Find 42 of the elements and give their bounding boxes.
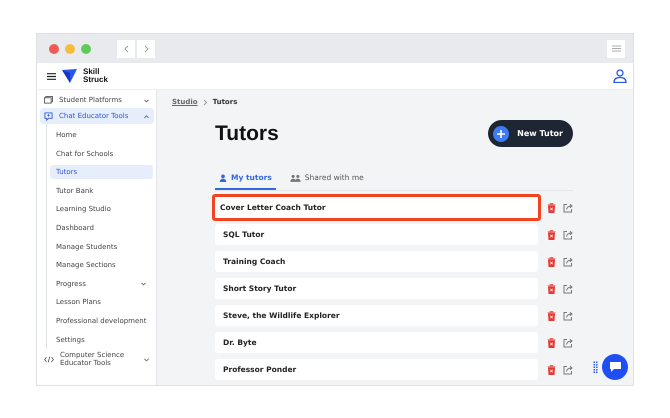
chevron-icon xyxy=(140,280,147,288)
grip-icon[interactable] xyxy=(593,361,598,374)
logo-icon xyxy=(62,69,77,83)
user-icon[interactable] xyxy=(613,69,627,83)
code-icon xyxy=(44,356,54,363)
share-icon[interactable] xyxy=(563,364,573,374)
person-icon xyxy=(219,174,227,182)
chevron-icon xyxy=(143,112,150,120)
trash-icon[interactable] xyxy=(547,284,557,294)
trash-icon[interactable] xyxy=(547,364,557,374)
maximize-dot[interactable] xyxy=(81,44,91,54)
chevron-right-icon xyxy=(202,98,208,106)
trash-icon[interactable] xyxy=(547,256,557,266)
brand-name: Skill Struck xyxy=(83,68,108,84)
trash-icon[interactable] xyxy=(547,338,557,348)
minimize-dot[interactable] xyxy=(65,44,75,54)
chat-icon xyxy=(608,361,622,373)
close-dot[interactable] xyxy=(49,44,59,54)
share-icon[interactable] xyxy=(563,338,573,348)
chevron-right-icon xyxy=(142,44,150,52)
menu-button[interactable] xyxy=(607,40,625,58)
share-icon[interactable] xyxy=(563,310,573,320)
share-icon[interactable] xyxy=(563,230,573,240)
plus-icon xyxy=(493,126,510,142)
new-tutor-button[interactable]: New Tutor xyxy=(488,120,573,147)
share-icon[interactable] xyxy=(563,202,573,212)
share-icon[interactable] xyxy=(563,256,573,266)
people-icon xyxy=(290,174,301,182)
trash-icon[interactable] xyxy=(547,230,557,240)
menu-icon[interactable] xyxy=(47,72,56,80)
back-button[interactable] xyxy=(117,40,135,58)
trash-icon[interactable] xyxy=(547,310,557,320)
menu-icon xyxy=(612,45,620,52)
trash-icon[interactable] xyxy=(547,202,557,212)
share-icon[interactable] xyxy=(563,284,573,294)
chevron-icon xyxy=(143,96,150,104)
windows-icon xyxy=(44,96,53,104)
chevron-icon xyxy=(143,356,150,363)
forward-button[interactable] xyxy=(137,40,155,58)
page-title: Tutors xyxy=(215,122,279,146)
chevron-left-icon xyxy=(122,44,130,52)
chat-bubble-icon xyxy=(44,112,53,120)
